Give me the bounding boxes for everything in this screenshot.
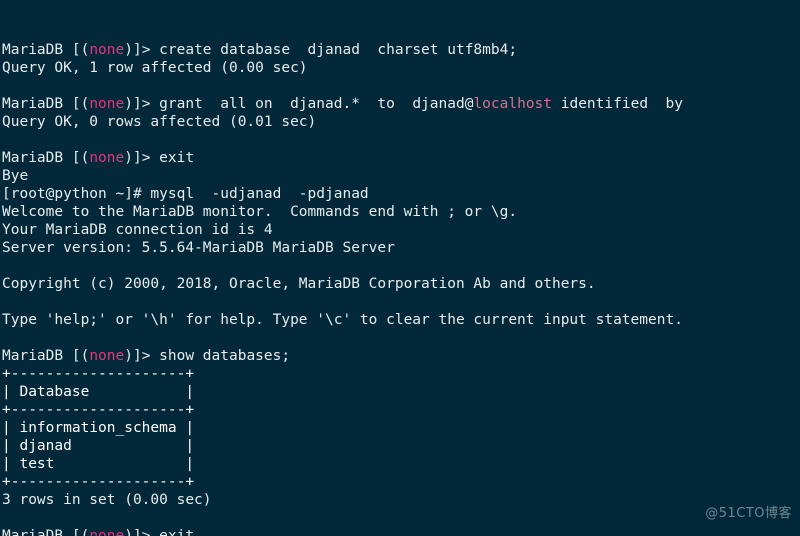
watermark-label: @51CTO博客 xyxy=(705,506,792,521)
terminal-text-default: [root@python ~]# mysql -udjanad -pdjanad xyxy=(2,186,369,202)
terminal-text-default: MariaDB [( xyxy=(2,348,90,364)
terminal-text-default: )]> exit xyxy=(124,528,195,536)
terminal-line: Query OK, 0 rows affected (0.01 sec) xyxy=(2,113,800,131)
terminal-line: +--------------------+ xyxy=(2,473,800,491)
terminal-text-pink: none xyxy=(89,528,125,536)
terminal-text-default: Server version: 5.5.64-MariaDB MariaDB S… xyxy=(2,240,395,256)
terminal-line: Your MariaDB connection id is 4 xyxy=(2,221,800,239)
terminal-text-default: Type 'help;' or '\h' for help. Type '\c'… xyxy=(2,312,683,328)
terminal-line: MariaDB [(none)]> exit xyxy=(2,527,800,536)
terminal-line: 3 rows in set (0.00 sec) xyxy=(2,491,800,509)
terminal-line: +--------------------+ xyxy=(2,365,800,383)
terminal-text-default: Welcome to the MariaDB monitor. Commands… xyxy=(2,204,518,220)
terminal-text-default: )]> grant all on djanad.* to djanad@ xyxy=(124,96,474,112)
terminal-line: Bye xyxy=(2,167,800,185)
terminal-text-table: | Database | xyxy=(2,384,195,400)
terminal-line: Welcome to the MariaDB monitor. Commands… xyxy=(2,203,800,221)
terminal-line: Query OK, 1 row affected (0.00 sec) xyxy=(2,59,800,77)
terminal-line: Copyright (c) 2000, 2018, Oracle, MariaD… xyxy=(2,275,800,293)
terminal-text-default: Query OK, 1 row affected (0.00 sec) xyxy=(2,60,308,76)
terminal-text-default: 3 rows in set (0.00 sec) xyxy=(2,492,212,508)
terminal-window[interactable]: MariaDB [(none)]> create database djanad… xyxy=(0,0,800,536)
terminal-text-default: identified by xyxy=(552,96,683,112)
terminal-text-mauve: localhost xyxy=(473,96,553,112)
terminal-text-default: Bye xyxy=(2,168,29,184)
terminal-text-table: +--------------------+ xyxy=(2,474,195,490)
terminal-line: Server version: 5.5.64-MariaDB MariaDB S… xyxy=(2,239,800,257)
terminal-line: MariaDB [(none)]> grant all on djanad.* … xyxy=(2,95,800,113)
terminal-text-default: MariaDB [( xyxy=(2,42,90,58)
terminal-output: MariaDB [(none)]> create database djanad… xyxy=(2,41,800,536)
terminal-text-default: Query OK, 0 rows affected (0.01 sec) xyxy=(2,114,317,130)
terminal-text-default: MariaDB [( xyxy=(2,96,90,112)
terminal-line: MariaDB [(none)]> show databases; xyxy=(2,347,800,365)
terminal-text-pink: none xyxy=(89,42,125,58)
terminal-text-default: MariaDB [( xyxy=(2,528,90,536)
terminal-line: MariaDB [(none)]> create database djanad… xyxy=(2,41,800,59)
terminal-text-pink: none xyxy=(89,348,125,364)
terminal-line: Type 'help;' or '\h' for help. Type '\c'… xyxy=(2,311,800,329)
terminal-text-pink: none xyxy=(89,96,125,112)
terminal-text-table: | test | xyxy=(2,456,195,472)
terminal-line: | test | xyxy=(2,455,800,473)
terminal-line: | Database | xyxy=(2,383,800,401)
terminal-text-default: Copyright (c) 2000, 2018, Oracle, MariaD… xyxy=(2,276,596,292)
terminal-line: +--------------------+ xyxy=(2,401,800,419)
terminal-text-table: | information_schema | xyxy=(2,420,195,436)
terminal-text-table: | djanad | xyxy=(2,438,195,454)
terminal-text-pink: none xyxy=(89,150,125,166)
terminal-text-default: )]> create database djanad charset utf8m… xyxy=(124,42,518,58)
terminal-text-table: +--------------------+ xyxy=(2,366,195,382)
terminal-line: [root@python ~]# mysql -udjanad -pdjanad xyxy=(2,185,800,203)
terminal-text-default: Your MariaDB connection id is 4 xyxy=(2,222,273,238)
terminal-text-default: MariaDB [( xyxy=(2,150,90,166)
terminal-text-default: )]> show databases; xyxy=(124,348,291,364)
terminal-line: | djanad | xyxy=(2,437,800,455)
terminal-text-default: )]> exit xyxy=(124,150,195,166)
terminal-text-table: +--------------------+ xyxy=(2,402,195,418)
terminal-line: MariaDB [(none)]> exit xyxy=(2,149,800,167)
terminal-line: | information_schema | xyxy=(2,419,800,437)
